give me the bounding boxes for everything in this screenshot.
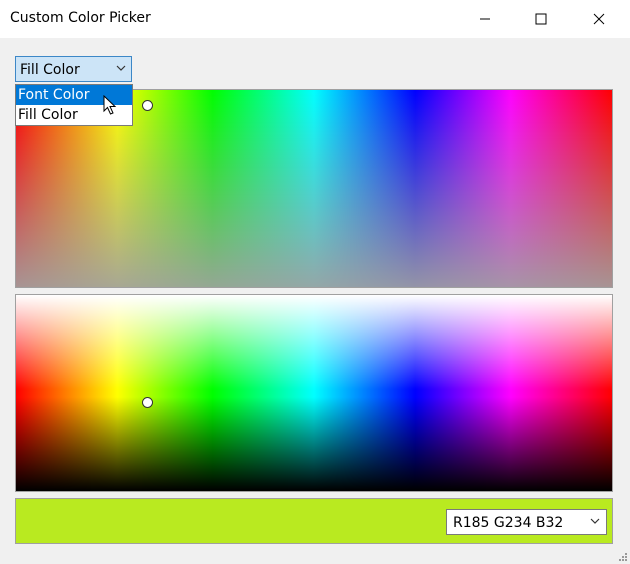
maximize-button[interactable] [512, 0, 570, 38]
chevron-down-icon [116, 65, 126, 71]
color-value-select[interactable]: R185 G234 B32 [446, 509, 607, 535]
minimize-icon [480, 18, 490, 20]
chevron-down-icon [590, 518, 600, 524]
maximize-icon [535, 13, 547, 25]
color-target-value: Fill Color [20, 62, 80, 78]
color-target-select[interactable]: Fill Color [15, 56, 132, 82]
resize-grip-icon[interactable] [618, 552, 628, 562]
lightness-handle[interactable] [142, 397, 153, 408]
color-value-text: R185 G234 B32 [453, 515, 564, 531]
close-icon [593, 13, 605, 25]
hue-saturation-handle[interactable] [142, 100, 153, 111]
close-button[interactable] [570, 0, 628, 38]
window-title: Custom Color Picker [10, 10, 151, 26]
mouse-pointer-icon [103, 95, 117, 115]
lightness-panel[interactable] [15, 294, 613, 492]
title-bar: Custom Color Picker [0, 0, 630, 38]
minimize-button[interactable] [456, 0, 514, 38]
